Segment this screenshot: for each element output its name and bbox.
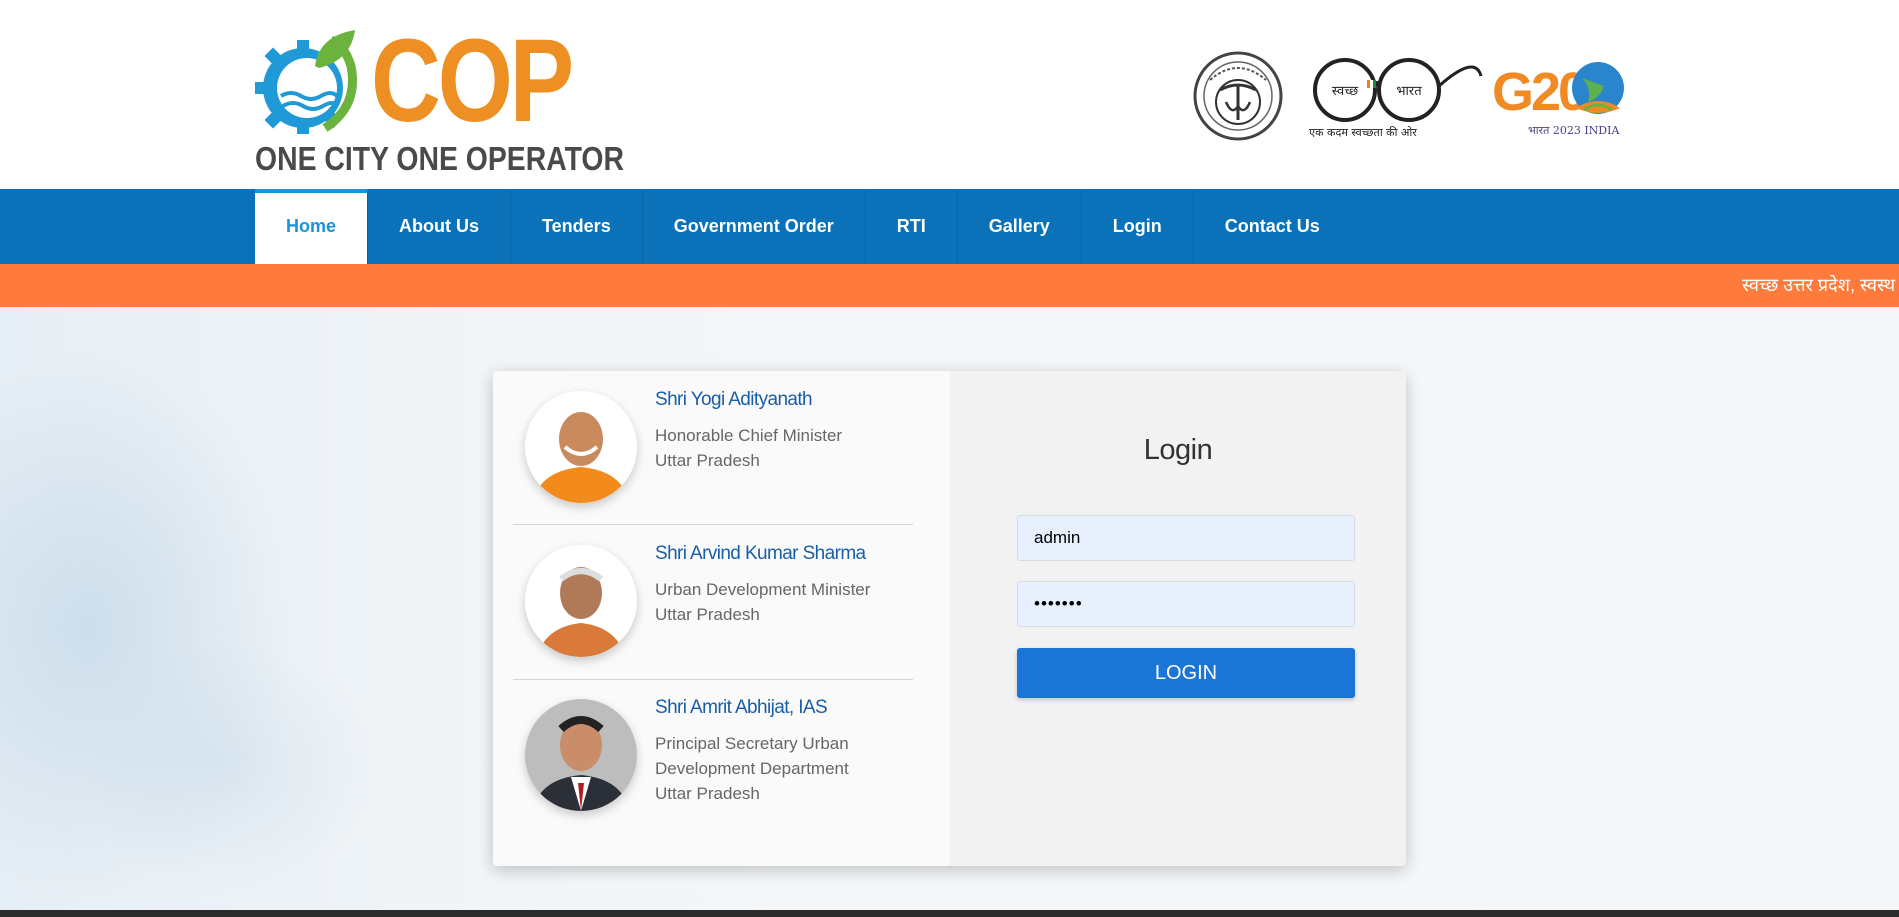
nav-contact-us[interactable]: Contact Us bbox=[1194, 189, 1351, 264]
login-card: Shri Yogi Adityanath Honorable Chief Min… bbox=[493, 371, 1406, 866]
leader-name[interactable]: Shri Arvind Kumar Sharma bbox=[655, 543, 866, 565]
site-header: COP ONE CITY ONE OPERATOR स्वच्छ भारत एक… bbox=[0, 0, 1899, 189]
leader-role-line: Development Department bbox=[655, 759, 849, 778]
leader-photo bbox=[525, 699, 637, 811]
leader-role-line: Uttar Pradesh bbox=[655, 605, 760, 624]
nav-list: Home About Us Tenders Government Order R… bbox=[255, 189, 1351, 264]
background-cloud bbox=[80, 637, 380, 897]
leader-card: Shri Yogi Adityanath Honorable Chief Min… bbox=[513, 381, 913, 525]
nav-gallery[interactable]: Gallery bbox=[958, 189, 1082, 264]
main-navigation: Home About Us Tenders Government Order R… bbox=[0, 189, 1899, 264]
person-icon bbox=[525, 699, 637, 811]
up-government-emblem-icon bbox=[1193, 51, 1283, 141]
nav-government-order[interactable]: Government Order bbox=[643, 189, 866, 264]
bharat-text: भारत bbox=[1396, 84, 1422, 99]
news-ticker: स्वच्छ उत्तर प्रदेश, स्वस्थ bbox=[0, 264, 1899, 307]
logo-tagline: ONE CITY ONE OPERATOR bbox=[255, 140, 625, 177]
leader-role-line: Principal Secretary Urban bbox=[655, 734, 849, 753]
nav-rti[interactable]: RTI bbox=[866, 189, 958, 264]
leader-card: Shri Amrit Abhijat, IAS Principal Secret… bbox=[513, 689, 913, 859]
leader-role: Urban Development Minister Uttar Pradesh bbox=[655, 577, 905, 627]
leaders-panel: Shri Yogi Adityanath Honorable Chief Min… bbox=[493, 371, 950, 866]
login-title: Login bbox=[1143, 434, 1213, 466]
leader-card: Shri Arvind Kumar Sharma Urban Developme… bbox=[513, 535, 913, 679]
ticker-text: स्वच्छ उत्तर प्रदेश, स्वस्थ bbox=[1742, 275, 1896, 295]
leader-role: Honorable Chief Minister Uttar Pradesh bbox=[655, 423, 905, 473]
divider bbox=[513, 679, 913, 680]
nav-login[interactable]: Login bbox=[1082, 189, 1194, 264]
leader-role-line: Honorable Chief Minister bbox=[655, 426, 843, 445]
swachh-bharat-logo-icon: स्वच्छ भारत एक कदम स्वच्छता की ओर bbox=[1309, 58, 1483, 139]
login-panel: Login LOGIN bbox=[950, 371, 1406, 866]
person-icon bbox=[525, 545, 637, 657]
logo-wordmark: COP bbox=[371, 15, 574, 147]
g20-text: G20 bbox=[1492, 62, 1586, 122]
leader-role: Principal Secretary Urban Development De… bbox=[655, 731, 905, 806]
footer-strip bbox=[0, 910, 1899, 917]
leader-role-line: Urban Development Minister bbox=[655, 580, 871, 599]
nav-tenders[interactable]: Tenders bbox=[511, 189, 643, 264]
cop-logo[interactable]: COP ONE CITY ONE OPERATOR bbox=[255, 15, 624, 177]
leader-photo bbox=[525, 545, 637, 657]
divider bbox=[513, 524, 913, 525]
leader-name[interactable]: Shri Yogi Adityanath bbox=[655, 389, 813, 411]
password-input[interactable] bbox=[1017, 581, 1355, 627]
nav-about-us[interactable]: About Us bbox=[368, 189, 512, 264]
person-icon bbox=[525, 391, 637, 503]
swachh-caption: एक कदम स्वच्छता की ओर bbox=[1309, 126, 1417, 139]
username-input[interactable] bbox=[1017, 515, 1355, 561]
g20-logo-icon: G20 भारत 2023 INDIA bbox=[1492, 62, 1624, 137]
swachh-text: स्वच्छ bbox=[1332, 84, 1359, 99]
nav-home[interactable]: Home bbox=[255, 189, 369, 264]
leader-role-line: Uttar Pradesh bbox=[655, 784, 760, 803]
leader-photo bbox=[525, 391, 637, 503]
g20-caption: भारत 2023 INDIA bbox=[1528, 124, 1620, 137]
leader-name[interactable]: Shri Amrit Abhijat, IAS bbox=[655, 697, 828, 719]
gear-leaf-icon bbox=[255, 30, 357, 134]
login-button[interactable]: LOGIN bbox=[1017, 648, 1355, 698]
leader-role-line: Uttar Pradesh bbox=[655, 451, 760, 470]
